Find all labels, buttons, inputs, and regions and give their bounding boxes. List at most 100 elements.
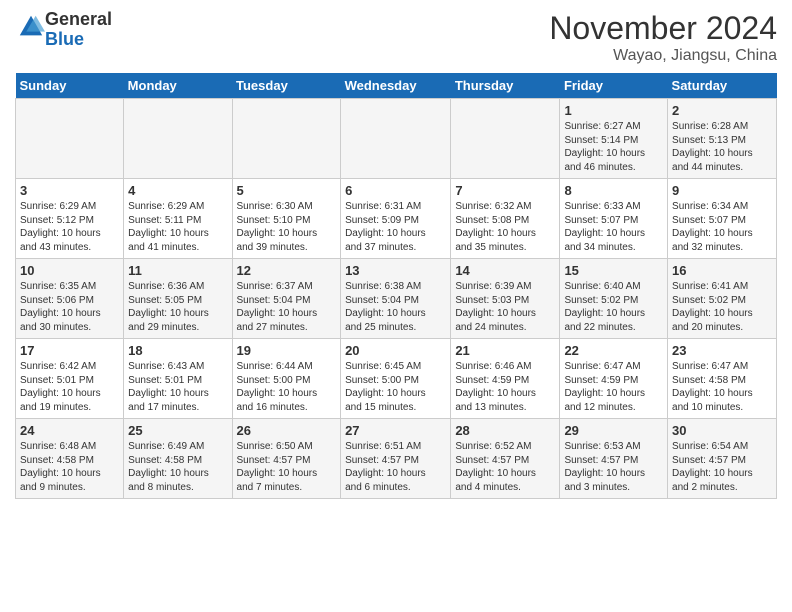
calendar-cell: 23Sunrise: 6:47 AM Sunset: 4:58 PM Dayli… (668, 339, 777, 419)
calendar-cell: 22 Sunrise: 6:47 AM Sunset: 4:59 PM Dayli… (560, 339, 668, 419)
day-info: Sunrise: 6:44 AM Sunset: 5:00 PM Dayligh… (237, 360, 337, 414)
calendar-table: Sunday Monday Tuesday Wednesday Thursday… (15, 73, 777, 499)
day-info: Sunrise: 6:54 AM Sunset: 4:57 PM Dayligh… (672, 440, 772, 494)
day-info: Sunrise: 6:37 AM Sunset: 5:04 PM Dayligh… (237, 280, 337, 334)
day-number: 14 (455, 263, 555, 278)
calendar-cell: 6 Sunrise: 6:31 AM Sunset: 5:09 PM Daylig… (341, 179, 451, 259)
day-number: 26 (237, 423, 337, 438)
calendar-cell: 13 Sunrise: 6:38 AM Sunset: 5:04 PM Dayli… (341, 259, 451, 339)
day-number: 22 (564, 343, 663, 358)
day-info: Sunrise: 6:39 AM Sunset: 5:03 PM Dayligh… (455, 280, 555, 334)
calendar-cell: 21 Sunrise: 6:46 AM Sunset: 4:59 PM Dayli… (451, 339, 560, 419)
day-info: Sunrise: 6:38 AM Sunset: 5:04 PM Dayligh… (345, 280, 446, 334)
day-number: 7 (455, 183, 555, 198)
day-number: 24 (20, 423, 119, 438)
day-number: 5 (237, 183, 337, 198)
day-number: 21 (455, 343, 555, 358)
day-number: 12 (237, 263, 337, 278)
calendar-cell: 1 Sunrise: 6:27 AM Sunset: 5:14 PM Daylig… (560, 99, 668, 179)
day-number: 16 (672, 263, 772, 278)
day-info: Sunrise: 6:41 AM Sunset: 5:02 PM Dayligh… (672, 280, 772, 334)
day-info: Sunrise: 6:52 AM Sunset: 4:57 PM Dayligh… (455, 440, 555, 494)
calendar-cell: 19 Sunrise: 6:44 AM Sunset: 5:00 PM Dayli… (232, 339, 341, 419)
day-info: Sunrise: 6:29 AM Sunset: 5:11 PM Dayligh… (128, 200, 227, 254)
calendar-cell: 11Sunrise: 6:36 AM Sunset: 5:05 PM Dayli… (124, 259, 232, 339)
day-info: Sunrise: 6:47 AM Sunset: 4:58 PM Dayligh… (672, 360, 772, 414)
day-info: Sunrise: 6:51 AM Sunset: 4:57 PM Dayligh… (345, 440, 446, 494)
day-number: 28 (455, 423, 555, 438)
calendar-week-3: 10 Sunrise: 6:35 AM Sunset: 5:06 PM Dayli… (16, 259, 777, 339)
calendar-cell: 4 Sunrise: 6:29 AM Sunset: 5:11 PM Daylig… (124, 179, 232, 259)
calendar-week-2: 3 Sunrise: 6:29 AM Sunset: 5:12 PM Daylig… (16, 179, 777, 259)
day-number: 3 (20, 183, 119, 198)
calendar-cell: 2 Sunrise: 6:28 AM Sunset: 5:13 PM Daylig… (668, 99, 777, 179)
calendar-cell: 18Sunrise: 6:43 AM Sunset: 5:01 PM Dayli… (124, 339, 232, 419)
day-number: 17 (20, 343, 119, 358)
calendar-cell (451, 99, 560, 179)
day-info: Sunrise: 6:35 AM Sunset: 5:06 PM Dayligh… (20, 280, 119, 334)
day-number: 19 (237, 343, 337, 358)
day-info: Sunrise: 6:50 AM Sunset: 4:57 PM Dayligh… (237, 440, 337, 494)
day-info: Sunrise: 6:31 AM Sunset: 5:09 PM Dayligh… (345, 200, 446, 254)
calendar-cell: 8Sunrise: 6:33 AM Sunset: 5:07 PM Daylig… (560, 179, 668, 259)
day-info: Sunrise: 6:28 AM Sunset: 5:13 PM Dayligh… (672, 120, 772, 174)
day-number: 1 (564, 103, 663, 118)
day-number: 13 (345, 263, 446, 278)
calendar-cell: 16 Sunrise: 6:41 AM Sunset: 5:02 PM Dayli… (668, 259, 777, 339)
th-sunday: Sunday (16, 73, 124, 99)
calendar-week-5: 24 Sunrise: 6:48 AM Sunset: 4:58 PM Dayli… (16, 419, 777, 499)
day-info: Sunrise: 6:33 AM Sunset: 5:07 PM Dayligh… (564, 200, 663, 254)
calendar-cell (232, 99, 341, 179)
day-number: 11 (128, 263, 227, 278)
day-number: 6 (345, 183, 446, 198)
calendar-cell (341, 99, 451, 179)
calendar-cell: 17Sunrise: 6:42 AM Sunset: 5:01 PM Dayli… (16, 339, 124, 419)
calendar-cell: 29Sunrise: 6:53 AM Sunset: 4:57 PM Dayli… (560, 419, 668, 499)
calendar-cell (124, 99, 232, 179)
day-info: Sunrise: 6:40 AM Sunset: 5:02 PM Dayligh… (564, 280, 663, 334)
day-info: Sunrise: 6:45 AM Sunset: 5:00 PM Dayligh… (345, 360, 446, 414)
th-wednesday: Wednesday (341, 73, 451, 99)
day-info: Sunrise: 6:29 AM Sunset: 5:12 PM Dayligh… (20, 200, 119, 254)
day-info: Sunrise: 6:46 AM Sunset: 4:59 PM Dayligh… (455, 360, 555, 414)
day-number: 20 (345, 343, 446, 358)
calendar-cell (16, 99, 124, 179)
day-number: 25 (128, 423, 227, 438)
calendar-cell: 26 Sunrise: 6:50 AM Sunset: 4:57 PM Dayli… (232, 419, 341, 499)
day-info: Sunrise: 6:34 AM Sunset: 5:07 PM Dayligh… (672, 200, 772, 254)
calendar-cell: 12 Sunrise: 6:37 AM Sunset: 5:04 PM Dayli… (232, 259, 341, 339)
day-number: 2 (672, 103, 772, 118)
calendar-cell: 10 Sunrise: 6:35 AM Sunset: 5:06 PM Dayli… (16, 259, 124, 339)
calendar-week-4: 17Sunrise: 6:42 AM Sunset: 5:01 PM Dayli… (16, 339, 777, 419)
calendar-cell: 24 Sunrise: 6:48 AM Sunset: 4:58 PM Dayli… (16, 419, 124, 499)
day-number: 9 (672, 183, 772, 198)
day-info: Sunrise: 6:47 AM Sunset: 4:59 PM Dayligh… (564, 360, 663, 414)
day-info: Sunrise: 6:27 AM Sunset: 5:14 PM Dayligh… (564, 120, 663, 174)
month-title: November 2024 (549, 10, 777, 47)
calendar-cell: 30 Sunrise: 6:54 AM Sunset: 4:57 PM Dayli… (668, 419, 777, 499)
day-info: Sunrise: 6:49 AM Sunset: 4:58 PM Dayligh… (128, 440, 227, 494)
day-number: 29 (564, 423, 663, 438)
title-area: November 2024 Wayao, Jiangsu, China (549, 10, 777, 65)
day-number: 27 (345, 423, 446, 438)
calendar-cell: 25 Sunrise: 6:49 AM Sunset: 4:58 PM Dayli… (124, 419, 232, 499)
day-number: 30 (672, 423, 772, 438)
day-number: 10 (20, 263, 119, 278)
calendar-cell: 15 Sunrise: 6:40 AM Sunset: 5:02 PM Dayli… (560, 259, 668, 339)
logo: General Blue (15, 10, 112, 50)
page-container: General Blue November 2024 Wayao, Jiangs… (0, 0, 792, 509)
calendar-cell: 27 Sunrise: 6:51 AM Sunset: 4:57 PM Dayli… (341, 419, 451, 499)
day-info: Sunrise: 6:32 AM Sunset: 5:08 PM Dayligh… (455, 200, 555, 254)
calendar-cell: 5 Sunrise: 6:30 AM Sunset: 5:10 PM Daylig… (232, 179, 341, 259)
location-text: Wayao, Jiangsu, China (549, 47, 777, 65)
th-tuesday: Tuesday (232, 73, 341, 99)
logo-blue-text: Blue (45, 29, 84, 49)
day-number: 18 (128, 343, 227, 358)
calendar-cell: 9 Sunrise: 6:34 AM Sunset: 5:07 PM Daylig… (668, 179, 777, 259)
day-info: Sunrise: 6:48 AM Sunset: 4:58 PM Dayligh… (20, 440, 119, 494)
th-monday: Monday (124, 73, 232, 99)
day-number: 4 (128, 183, 227, 198)
page-header: General Blue November 2024 Wayao, Jiangs… (15, 10, 777, 65)
day-number: 15 (564, 263, 663, 278)
day-info: Sunrise: 6:30 AM Sunset: 5:10 PM Dayligh… (237, 200, 337, 254)
